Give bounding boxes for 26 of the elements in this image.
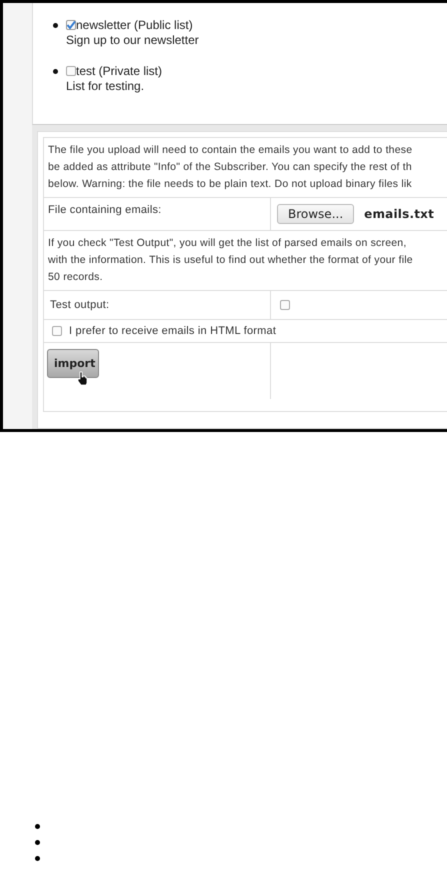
instruction-text: The file you upload will need to contain the emails you want to add to these <box>48 143 414 158</box>
instruction-text: with the information. This is useful to find out whether the format of your file <box>48 253 414 268</box>
browse-button[interactable]: Browse... <box>277 204 354 224</box>
import-button[interactable]: import <box>47 349 99 378</box>
checkbox[interactable] <box>66 66 76 76</box>
file-name: emails.txt <box>364 207 434 221</box>
list-description: Sign up to our newsletter <box>65 33 200 48</box>
checkbox-label: I prefer to receive emails in HTML format <box>69 325 276 337</box>
checkbox[interactable] <box>52 326 62 336</box>
instruction-text: If you check "Test Output", you will get the list of parsed emails on screen, <box>48 236 408 251</box>
bullet-icon <box>53 22 58 28</box>
list-name: newsletter (Public list) <box>76 18 193 32</box>
list-description: List for testing. <box>65 79 146 94</box>
hand-cursor-icon <box>77 371 89 385</box>
list-name: test (Private list) <box>76 64 162 78</box>
checkbox[interactable] <box>280 300 290 310</box>
checkbox[interactable] <box>66 20 76 30</box>
instruction-text: below. Warning: the file needs to be plain text. Do not upload binary files lik <box>48 177 413 192</box>
bullet-icon <box>35 824 40 829</box>
bullet-icon <box>35 840 40 845</box>
field-label: Test output: <box>50 299 110 311</box>
bullet-icon <box>53 68 58 74</box>
instruction-text: be added as attribute "Info" of the Subscriber. You can specify the rest of th <box>48 160 413 175</box>
instruction-text: 50 records. <box>48 270 104 285</box>
bullet-icon <box>35 856 40 861</box>
field-label: File containing emails: <box>48 204 162 216</box>
